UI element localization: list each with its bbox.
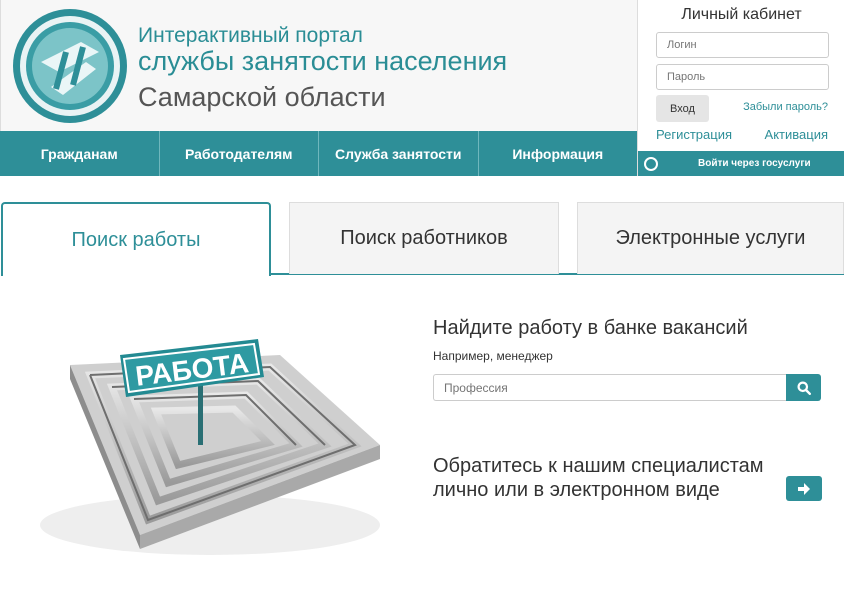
password-input[interactable]	[656, 64, 829, 90]
header-branding: Интерактивный портал службы занятости на…	[0, 0, 637, 131]
nav-item-information[interactable]: Информация	[479, 131, 638, 176]
nav-item-employers[interactable]: Работодателям	[160, 131, 319, 176]
contact-line1: Обратитесь к нашим специалистам	[433, 455, 764, 477]
login-title: Личный кабинет	[681, 6, 802, 23]
forgot-password-link[interactable]: Забыли пароль?	[743, 101, 828, 113]
activate-link[interactable]: Активация	[765, 127, 828, 142]
search-icon	[797, 381, 811, 395]
portal-title-line2: службы занятости населения	[138, 46, 508, 76]
register-link[interactable]: Регистрация	[656, 127, 732, 142]
content-tabs: Поиск работников Электронные услуги Поис…	[0, 202, 844, 276]
main-nav: Гражданам Работодателям Служба занятости…	[0, 131, 637, 176]
site-header: Интерактивный портал службы занятости на…	[0, 0, 844, 178]
contact-line2: лично или в электронном виде	[433, 479, 720, 501]
arrow-right-icon	[798, 482, 810, 495]
nav-item-employment-service[interactable]: Служба занятости	[319, 131, 479, 176]
search-example: Например, менеджер	[433, 349, 553, 363]
gosuslugi-label: Войти через госуслуги	[698, 158, 811, 169]
gosuslugi-icon	[644, 156, 658, 171]
login-panel: Личный кабинет Вход Забыли пароль? Регис…	[637, 0, 844, 176]
search-heading: Найдите работу в банке вакансий	[433, 317, 748, 339]
nav-item-citizens[interactable]: Гражданам	[0, 131, 160, 176]
tab-find-workers[interactable]: Поиск работников	[289, 202, 559, 274]
login-button[interactable]: Вход	[656, 95, 709, 122]
tab-e-services[interactable]: Электронные услуги	[577, 202, 844, 274]
maze-illustration: РАБОТА	[40, 339, 380, 555]
portal-title-line3: Самарской области	[138, 82, 386, 112]
search-button[interactable]	[786, 374, 821, 401]
contact-text: Обратитесь к нашим специалистам лично ил…	[433, 454, 764, 502]
profession-search-input[interactable]	[433, 374, 787, 401]
login-input[interactable]	[656, 32, 829, 58]
logo-emblem-icon[interactable]	[11, 7, 129, 125]
gosuslugi-login-button[interactable]: Войти через госуслуги	[638, 151, 844, 176]
tab-find-job[interactable]: Поиск работы	[1, 202, 271, 276]
portal-title-line1: Интерактивный портал	[138, 24, 363, 47]
contact-button[interactable]	[786, 476, 822, 501]
